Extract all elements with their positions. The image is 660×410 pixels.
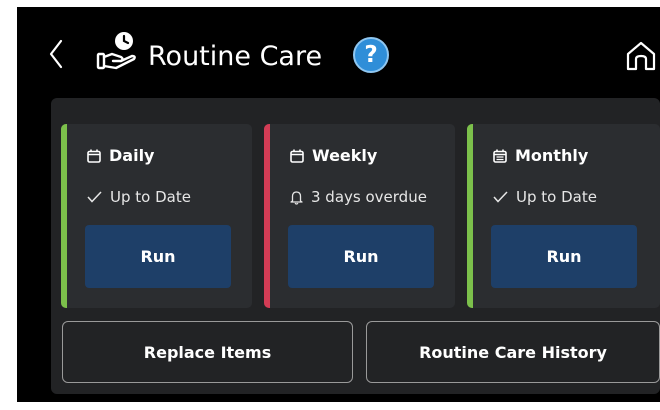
replace-items-button[interactable]: Replace Items (62, 321, 353, 383)
check-icon (493, 191, 508, 203)
card-header: Daily (87, 146, 154, 165)
card-header: Monthly (493, 146, 588, 165)
card-title: Daily (109, 146, 155, 165)
run-weekly-button[interactable]: Run (288, 225, 434, 288)
calendar-icon (493, 149, 507, 163)
status-label: 3 days overdue (311, 188, 427, 206)
help-button[interactable]: ? (353, 37, 389, 73)
bell-icon (290, 190, 303, 205)
calendar-icon (290, 149, 304, 163)
daily-card: Daily Up to Date Run (61, 124, 252, 308)
status-label: Up to Date (516, 188, 597, 206)
status-stripe-overdue (264, 124, 270, 308)
status-stripe-ok (467, 124, 473, 308)
card-title: Monthly (515, 146, 589, 165)
status-text: 3 days overdue (290, 188, 427, 206)
run-daily-button[interactable]: Run (85, 225, 231, 288)
check-icon (87, 191, 102, 203)
back-button[interactable] (44, 34, 68, 74)
status-text: Up to Date (493, 188, 597, 206)
chevron-left-icon (49, 39, 63, 69)
calendar-icon (87, 149, 101, 163)
home-button[interactable] (622, 38, 660, 74)
status-label: Up to Date (110, 188, 191, 206)
routine-care-history-button[interactable]: Routine Care History (366, 321, 660, 383)
run-monthly-button[interactable]: Run (491, 225, 637, 288)
hand-clock-icon (96, 32, 136, 70)
card-header: Weekly (290, 146, 377, 165)
monthly-card: Monthly Up to Date Run (467, 124, 660, 308)
page-title: Routine Care (148, 41, 323, 72)
status-stripe-ok (61, 124, 67, 308)
home-icon (626, 41, 656, 71)
card-title: Weekly (312, 146, 378, 165)
weekly-card: Weekly 3 days overdue Run (264, 124, 455, 308)
status-text: Up to Date (87, 188, 191, 206)
